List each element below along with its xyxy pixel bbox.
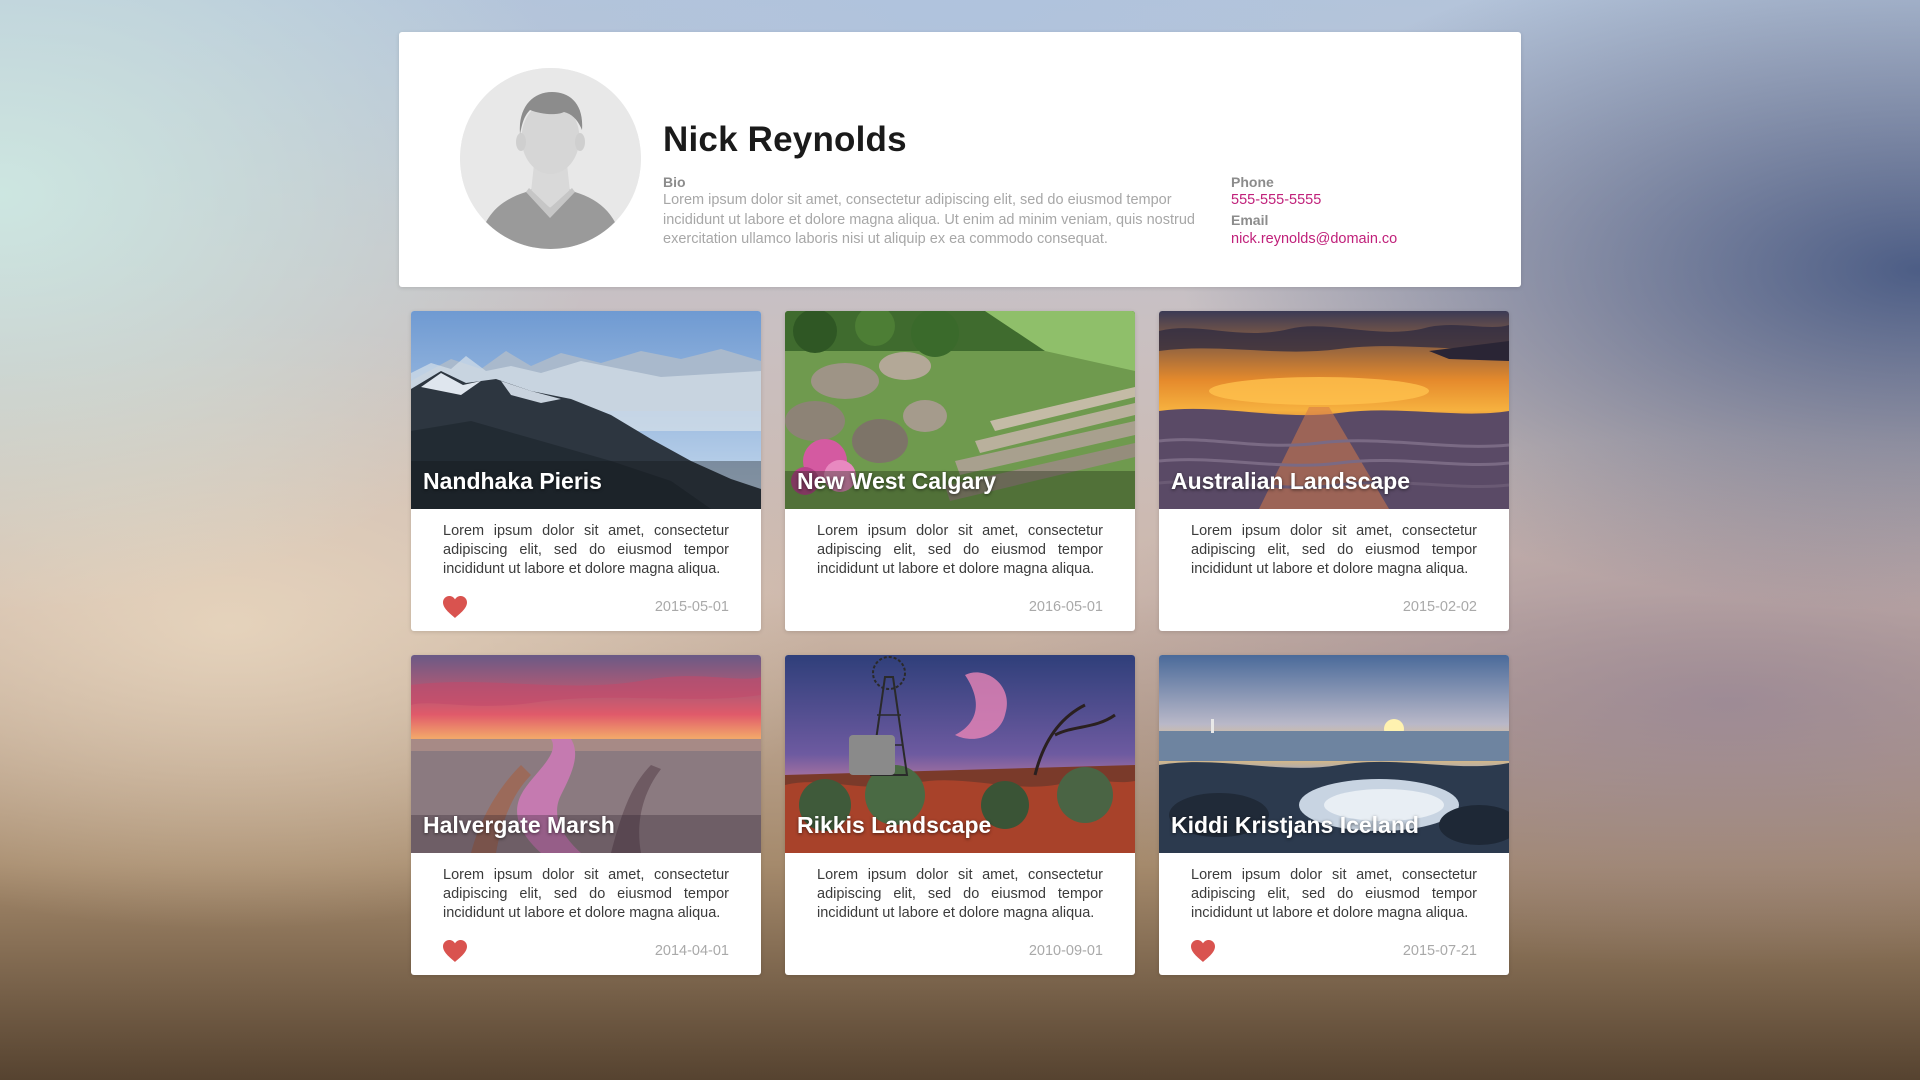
card-text: Lorem ipsum dolor sit amet, consectetur … bbox=[443, 523, 729, 577]
card-text: Lorem ipsum dolor sit amet, consectetur … bbox=[1191, 523, 1477, 577]
card-date: 2015-07-21 bbox=[1402, 943, 1477, 959]
card-text: Lorem ipsum dolor sit amet, consectetur … bbox=[817, 867, 1103, 921]
card-date: 2010-09-01 bbox=[1028, 943, 1103, 959]
photo-card[interactable]: Halvergate Marsh Lorem ipsum dolor sit a… bbox=[411, 655, 761, 975]
user-silhouette-icon bbox=[460, 68, 641, 249]
phone-link[interactable]: 555-555-5555 bbox=[1231, 192, 1321, 208]
card-title: Australian Landscape bbox=[1171, 468, 1411, 494]
card-title: New West Calgary bbox=[797, 468, 996, 494]
heart-icon[interactable] bbox=[442, 595, 468, 619]
phone-label: Phone bbox=[1231, 174, 1274, 190]
card-image[interactable]: New West Calgary bbox=[785, 311, 1135, 509]
profile-card: Nick Reynolds Bio Lorem ipsum dolor sit … bbox=[399, 32, 1521, 287]
photo-card[interactable]: Nandhaka Pieris Lorem ipsum dolor sit am… bbox=[411, 311, 761, 631]
card-image[interactable]: Halvergate Marsh bbox=[411, 655, 761, 853]
email-label: Email bbox=[1231, 212, 1269, 228]
heart-icon[interactable] bbox=[1190, 939, 1216, 963]
card-title: Rikkis Landscape bbox=[797, 812, 992, 838]
email-link[interactable]: nick.reynolds@domain.co bbox=[1231, 231, 1397, 247]
profile-name: Nick Reynolds bbox=[663, 120, 907, 159]
card-date: 2015-02-02 bbox=[1402, 599, 1477, 615]
photo-card[interactable]: New West Calgary Lorem ipsum dolor sit a… bbox=[785, 311, 1135, 631]
photo-card[interactable]: Kiddi Kristjans Iceland Lorem ipsum dolo… bbox=[1159, 655, 1509, 975]
avatar[interactable] bbox=[460, 68, 641, 249]
bio-text: Lorem ipsum dolor sit amet, consectetur … bbox=[663, 192, 1195, 247]
card-title: Kiddi Kristjans Iceland bbox=[1171, 812, 1419, 838]
card-title: Halvergate Marsh bbox=[423, 812, 615, 838]
card-date: 2014-04-01 bbox=[654, 943, 729, 959]
card-image[interactable]: Nandhaka Pieris bbox=[411, 311, 761, 509]
card-image[interactable]: Kiddi Kristjans Iceland bbox=[1159, 655, 1509, 853]
card-image[interactable]: Australian Landscape bbox=[1159, 311, 1509, 509]
heart-icon[interactable] bbox=[442, 939, 468, 963]
photo-card[interactable]: Australian Landscape Lorem ipsum dolor s… bbox=[1159, 311, 1509, 631]
card-text: Lorem ipsum dolor sit amet, consectetur … bbox=[1191, 867, 1477, 921]
photo-card[interactable]: Rikkis Landscape Lorem ipsum dolor sit a… bbox=[785, 655, 1135, 975]
card-text: Lorem ipsum dolor sit amet, consectetur … bbox=[443, 867, 729, 921]
card-image[interactable]: Rikkis Landscape bbox=[785, 655, 1135, 853]
bio-label: Bio bbox=[663, 174, 686, 190]
card-text: Lorem ipsum dolor sit amet, consectetur … bbox=[817, 523, 1103, 577]
card-title: Nandhaka Pieris bbox=[423, 468, 602, 494]
card-date: 2016-05-01 bbox=[1028, 599, 1103, 615]
card-date: 2015-05-01 bbox=[654, 599, 729, 615]
